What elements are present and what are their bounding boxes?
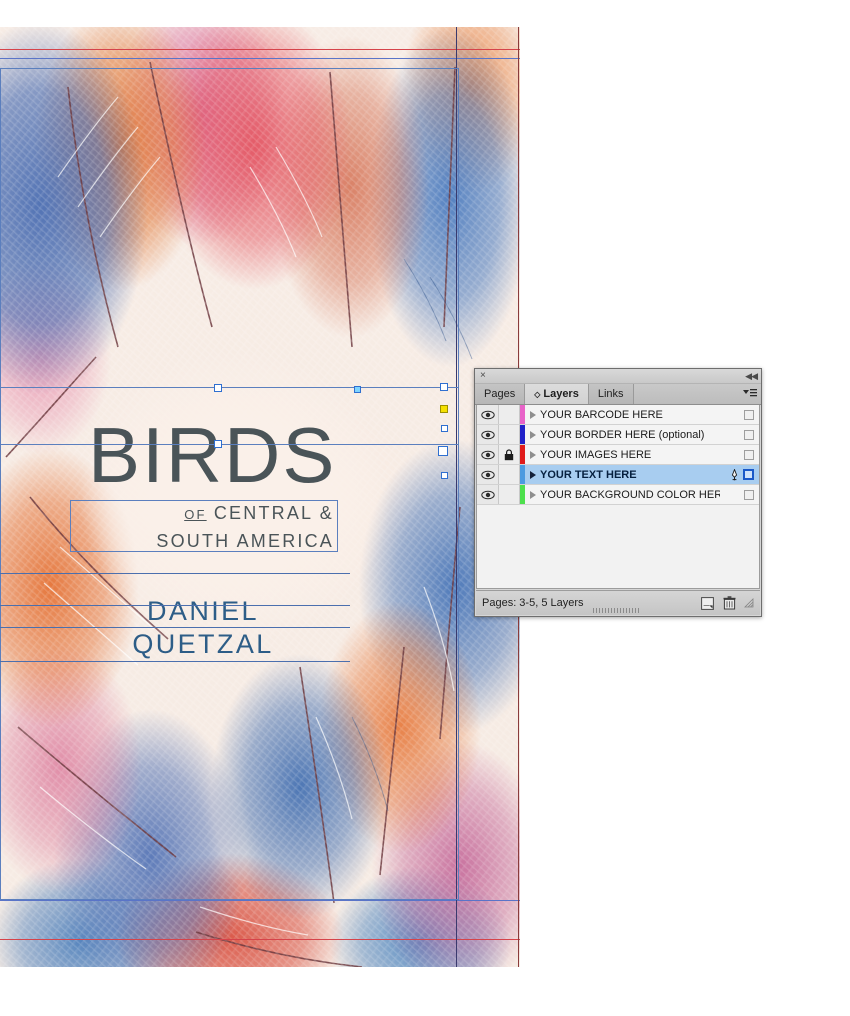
layer-list[interactable]: YOUR BARCODE HERE YOUR BORDER HERE (opti… [476,405,760,589]
selection-handle-3[interactable] [438,446,448,456]
layer-row-text[interactable]: YOUR TEXT HERE [477,465,759,485]
panel-menu-glyph [743,389,757,397]
layer-name-label: YOUR BACKGROUND COLOR HERE [540,488,720,501]
layer-visibility-toggle[interactable] [477,485,499,504]
eye-icon [480,450,495,459]
layer-name-cell[interactable]: YOUR BORDER HERE (optional) [525,429,720,441]
selection-handle-2[interactable] [441,425,448,432]
layer-target-cell[interactable] [720,405,759,424]
layer-target-cell[interactable] [720,425,759,444]
layer-selection-proxy[interactable] [744,429,754,440]
layer-lock-toggle[interactable] [499,425,520,444]
layer-name-cell[interactable]: YOUR IMAGES HERE [525,449,720,461]
author-baseline-3 [0,627,350,628]
disclosure-triangle-icon[interactable] [530,450,536,459]
layer-selection-proxy[interactable] [744,449,754,460]
layer-name-label: YOUR IMAGES HERE [540,448,652,461]
layer-lock-toggle[interactable] [499,445,520,464]
title-frame-handle-top[interactable] [214,384,222,392]
title-text-frame[interactable] [0,387,459,445]
layer-row-background-color[interactable]: YOUR BACKGROUND COLOR HERE [477,485,759,505]
tab-pages-label: Pages [484,388,516,400]
layers-panel[interactable]: × ◀◀ Pages ◇ Layers Links YOUR BARCODE H… [474,368,762,617]
layer-name-label: YOUR TEXT HERE [540,468,637,481]
title-frame-handle-bottom[interactable] [214,440,222,448]
layer-selection-proxy[interactable] [744,489,754,500]
layer-visibility-toggle[interactable] [477,405,499,424]
layer-row-border[interactable]: YOUR BORDER HERE (optional) [477,425,759,445]
layer-row-barcode[interactable]: YOUR BARCODE HERE [477,405,759,425]
selection-handle-anchor[interactable] [354,386,361,393]
disclosure-triangle-icon[interactable] [530,410,536,419]
selection-handle-1[interactable] [440,383,448,391]
author-baseline-1 [0,573,350,574]
author-baseline-2 [0,605,350,606]
panel-tab-strip[interactable]: Pages ◇ Layers Links [475,384,761,405]
eye-icon [480,430,495,439]
layer-lock-toggle[interactable] [499,485,520,504]
lock-icon [504,448,514,460]
tab-links[interactable]: Links [588,384,634,404]
panel-menu-icon[interactable] [741,387,757,400]
layer-target-cell[interactable] [720,485,759,504]
layer-target-cell[interactable] [720,445,759,464]
pen-target-icon[interactable] [730,468,739,481]
disclosure-triangle-icon[interactable] [530,430,536,439]
close-icon[interactable]: × [480,369,486,383]
layer-visibility-toggle[interactable] [477,445,499,464]
collapse-panel-icon[interactable]: ◀◀ [745,369,758,383]
page-object-frame[interactable] [0,68,459,900]
layer-name-cell[interactable]: YOUR BACKGROUND COLOR HERE [525,489,720,501]
tab-pages[interactable]: Pages [475,384,526,404]
selection-handle-yellow[interactable] [440,405,448,413]
layer-lock-toggle[interactable] [499,465,520,484]
tab-active-marker-icon: ◇ [534,389,541,399]
tab-links-label: Links [597,388,624,400]
layer-lock-toggle[interactable] [499,405,520,424]
grip-dots-icon [593,607,641,613]
layer-target-cell[interactable] [720,465,759,484]
disclosure-triangle-icon[interactable] [530,490,536,499]
document-canvas[interactable]: BIRDS OF CENTRAL & SOUTH AMERICA DANIEL … [0,27,520,967]
tab-layers[interactable]: ◇ Layers [525,384,589,404]
layer-name-label: YOUR BORDER HERE (optional) [540,428,705,441]
layer-name-cell[interactable]: YOUR TEXT HERE [525,469,720,481]
panel-bottom-drag-grip[interactable] [474,605,760,615]
selection-handle-4[interactable] [441,472,448,479]
disclosure-triangle-icon[interactable] [530,470,536,479]
layer-selection-proxy[interactable] [743,469,754,480]
author-baseline-4 [0,661,350,662]
layer-selection-proxy[interactable] [744,409,754,420]
layer-visibility-toggle[interactable] [477,425,499,444]
eye-icon [480,490,495,499]
eye-icon [480,410,495,419]
tab-layers-label: Layers [543,388,579,400]
layer-name-label: YOUR BARCODE HERE [540,408,663,421]
subtitle-text-frame[interactable] [70,500,338,552]
layer-visibility-toggle[interactable] [477,465,499,484]
layer-name-cell[interactable]: YOUR BARCODE HERE [525,409,720,421]
layer-row-images[interactable]: YOUR IMAGES HERE [477,445,759,465]
eye-icon [480,470,495,479]
panel-titlebar[interactable]: × ◀◀ [475,369,761,384]
